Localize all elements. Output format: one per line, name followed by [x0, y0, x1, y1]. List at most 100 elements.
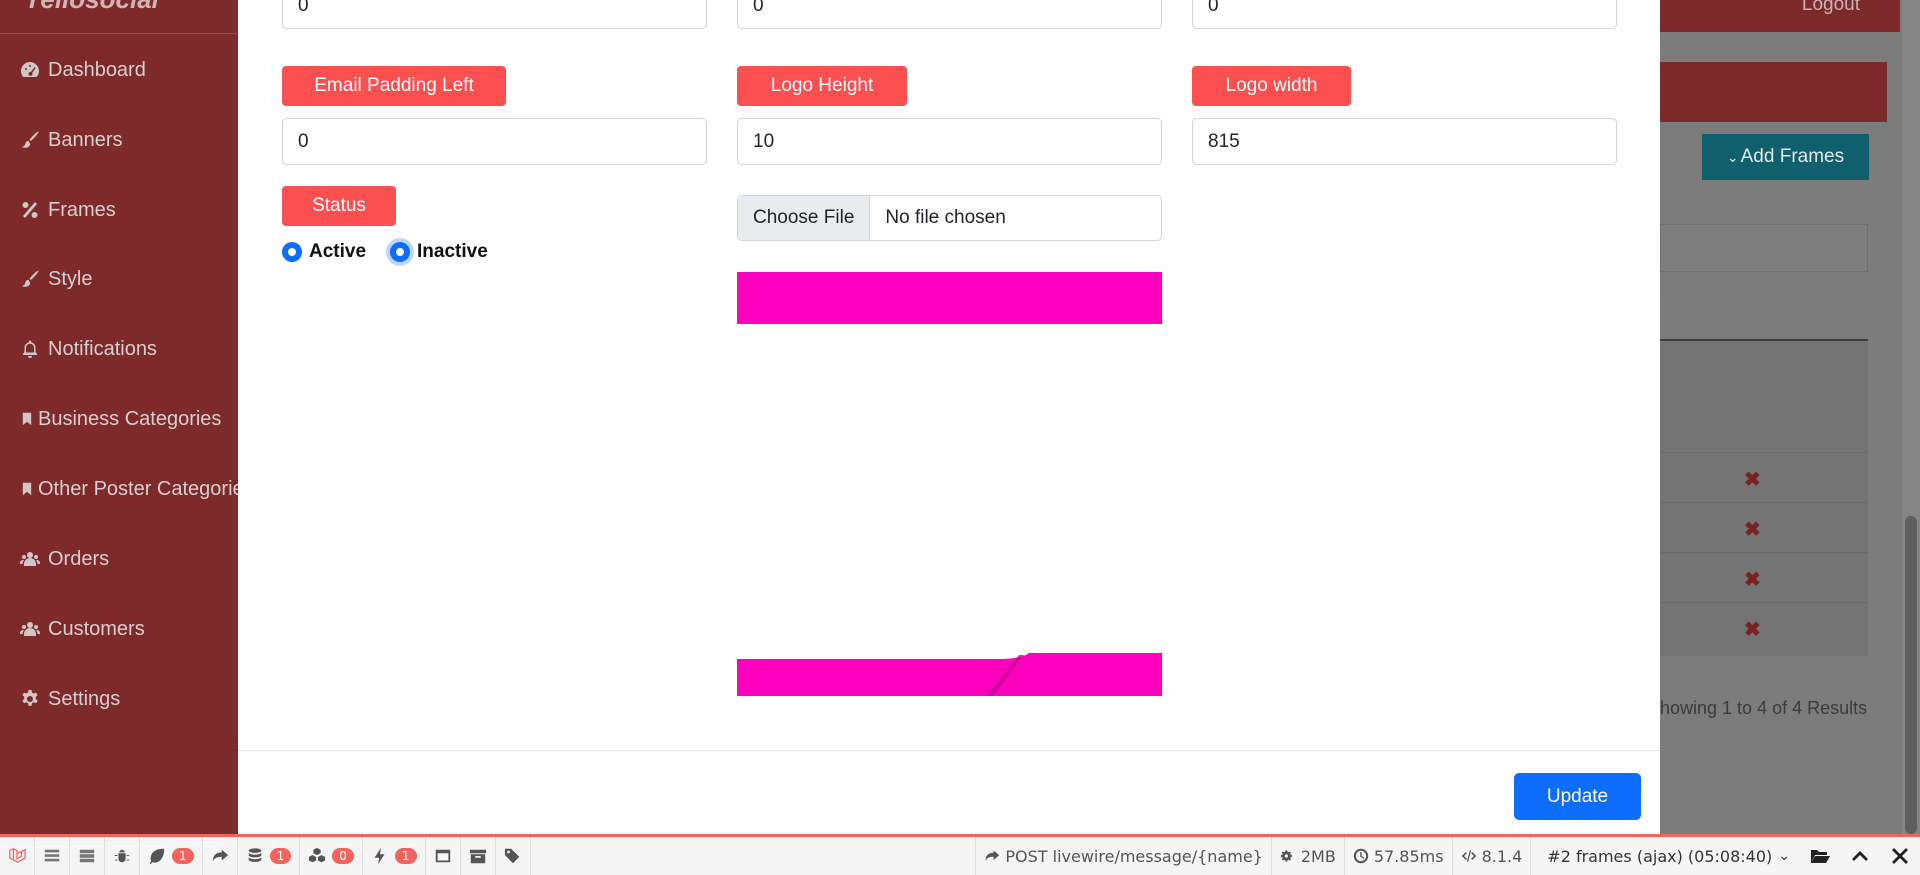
sidebar-item-orders[interactable]: Orders [20, 544, 109, 574]
leaf-icon [149, 848, 165, 865]
debugbar-tags[interactable] [496, 837, 531, 875]
status-label: Status [282, 186, 396, 226]
sidebar-item-notifications[interactable]: Notifications [20, 334, 157, 364]
chevron-up-icon [1852, 851, 1868, 861]
debugbar-views[interactable]: 1 [140, 837, 203, 875]
sidebar-item-frames[interactable]: Frames [20, 195, 116, 225]
frame-preview-top [737, 272, 1162, 324]
debugbar-queries[interactable]: 1 [238, 837, 301, 875]
email-padding-left-label: Email Padding Left [282, 66, 506, 106]
logo-height-input[interactable] [737, 118, 1162, 165]
debugbar-models[interactable]: 0 [300, 837, 363, 875]
sidebar-item-settings[interactable]: Settings [20, 684, 120, 714]
dashboard-icon [21, 62, 39, 77]
status-active-label[interactable]: Active [309, 241, 366, 263]
sidebar-item-other-poster-categories[interactable]: Other Poster Categories [20, 474, 238, 504]
users-icon [20, 552, 40, 566]
tasks-icon [79, 849, 95, 863]
queries-badge: 1 [269, 848, 292, 864]
request-select[interactable]: #2 frames (ajax) (05:08:40) ⌄ [1530, 837, 1800, 875]
sidebar-item-banners[interactable]: Banners [20, 125, 123, 155]
debugbar-events[interactable]: 1 [363, 837, 426, 875]
debugbar-route-info[interactable]: POST livewire/message/{name} [975, 837, 1270, 875]
background-topbar: Logout [1660, 0, 1900, 32]
top-middle-input[interactable] [737, 0, 1162, 29]
bolt-icon [374, 847, 385, 865]
sidebar-item-label: Other Poster Categories [38, 477, 238, 500]
delete-icon: ✖ [1744, 469, 1761, 491]
close-debugbar-button[interactable] [1880, 837, 1920, 875]
email-padding-left-input[interactable] [282, 118, 707, 165]
debugbar-right: POST livewire/message/{name} 2MB 57.85ms… [975, 837, 1920, 875]
sidebar-item-label: Business Categories [38, 407, 222, 430]
memory-text: 2MB [1300, 846, 1336, 866]
status-active-radio[interactable] [282, 242, 302, 262]
sidebar-item-style[interactable]: Style [20, 264, 92, 294]
debugbar-route[interactable] [203, 837, 238, 875]
update-button[interactable]: Update [1514, 773, 1641, 820]
tags-icon [504, 848, 519, 864]
background-search-input [1660, 224, 1868, 272]
share-icon [985, 850, 1000, 861]
frame-file-input[interactable]: Choose File No file chosen [737, 195, 1162, 241]
database-icon [248, 848, 261, 862]
time-text: 57.85ms [1373, 846, 1444, 866]
debugbar-session[interactable] [426, 837, 461, 875]
debugbar-logo[interactable] [0, 837, 35, 875]
table-header [1660, 296, 1868, 341]
folder-open-icon [1811, 850, 1830, 863]
debugbar-timeline[interactable] [70, 837, 105, 875]
bell-icon [23, 340, 37, 358]
sidebar-item-label: Customers [48, 617, 145, 640]
debugbar-messages[interactable] [35, 837, 70, 875]
debugbar-request[interactable] [461, 837, 496, 875]
sidebar-item-label: Banners [48, 128, 123, 151]
debugbar-exceptions[interactable] [105, 837, 140, 875]
window-icon [435, 849, 450, 863]
delete-icon: ✖ [1744, 619, 1761, 641]
logo-width-input[interactable] [1192, 118, 1617, 165]
table-row: ✖ [1660, 452, 1868, 502]
cogs-icon [1280, 850, 1292, 862]
debugbar-time[interactable]: 57.85ms [1343, 837, 1452, 875]
laravel-icon [9, 848, 26, 864]
maximize-debugbar-button[interactable] [1840, 837, 1880, 875]
chevron-down-icon: ⌄ [1726, 148, 1739, 165]
add-frames-label: Add Frames [1740, 146, 1845, 167]
logo-width-label: Logo width [1192, 66, 1351, 106]
cubes-icon [309, 847, 326, 863]
sidebar-item-label: Dashboard [48, 58, 146, 81]
chevron-down-icon: ⌄ [1778, 848, 1790, 864]
sidebar-item-label: Style [48, 267, 93, 290]
clock-icon [1353, 848, 1369, 864]
open-history-button[interactable] [1800, 837, 1840, 875]
share-icon [212, 849, 228, 862]
sidebar-item-customers[interactable]: Customers [20, 614, 145, 644]
background-table: ✖ ✖ ✖ ✖ [1660, 296, 1868, 656]
status-inactive-radio[interactable] [390, 242, 411, 262]
debugbar-memory[interactable]: 2MB [1270, 837, 1344, 875]
brush-icon [22, 131, 39, 148]
choose-file-button[interactable]: Choose File [738, 196, 871, 240]
delete-icon: ✖ [1744, 569, 1761, 591]
edit-frame-modal: Email Padding Left Logo Height Logo widt… [238, 0, 1660, 834]
sidebar-item-label: Orders [48, 547, 110, 570]
sidebar-item-business-categories[interactable]: Business Categories [20, 404, 221, 434]
modal-footer [238, 750, 1660, 834]
status-inactive-label[interactable]: Inactive [417, 241, 488, 263]
page-scrollbar-thumb[interactable] [1905, 516, 1917, 834]
brand-divider [0, 33, 238, 34]
sidebar-item-label: Frames [48, 198, 116, 221]
table-row: ✖ [1660, 602, 1868, 652]
debug-bar: 1 1 0 1 POST livewire/message/{name} 2MB [0, 834, 1920, 875]
debugbar-php-version[interactable]: 8.1.4 [1451, 837, 1531, 875]
archive-icon [469, 849, 486, 864]
top-left-input[interactable] [282, 0, 707, 29]
table-row: ✖ [1660, 502, 1868, 552]
logout-link: Logout [1801, 0, 1860, 15]
php-version-text: 8.1.4 [1481, 846, 1523, 866]
brand-logo: Yellosocial [24, 0, 159, 15]
pagination-summary: howing 1 to 4 of 4 Results [1660, 698, 1868, 718]
sidebar-item-dashboard[interactable]: Dashboard [20, 55, 146, 85]
top-right-input[interactable] [1192, 0, 1617, 29]
